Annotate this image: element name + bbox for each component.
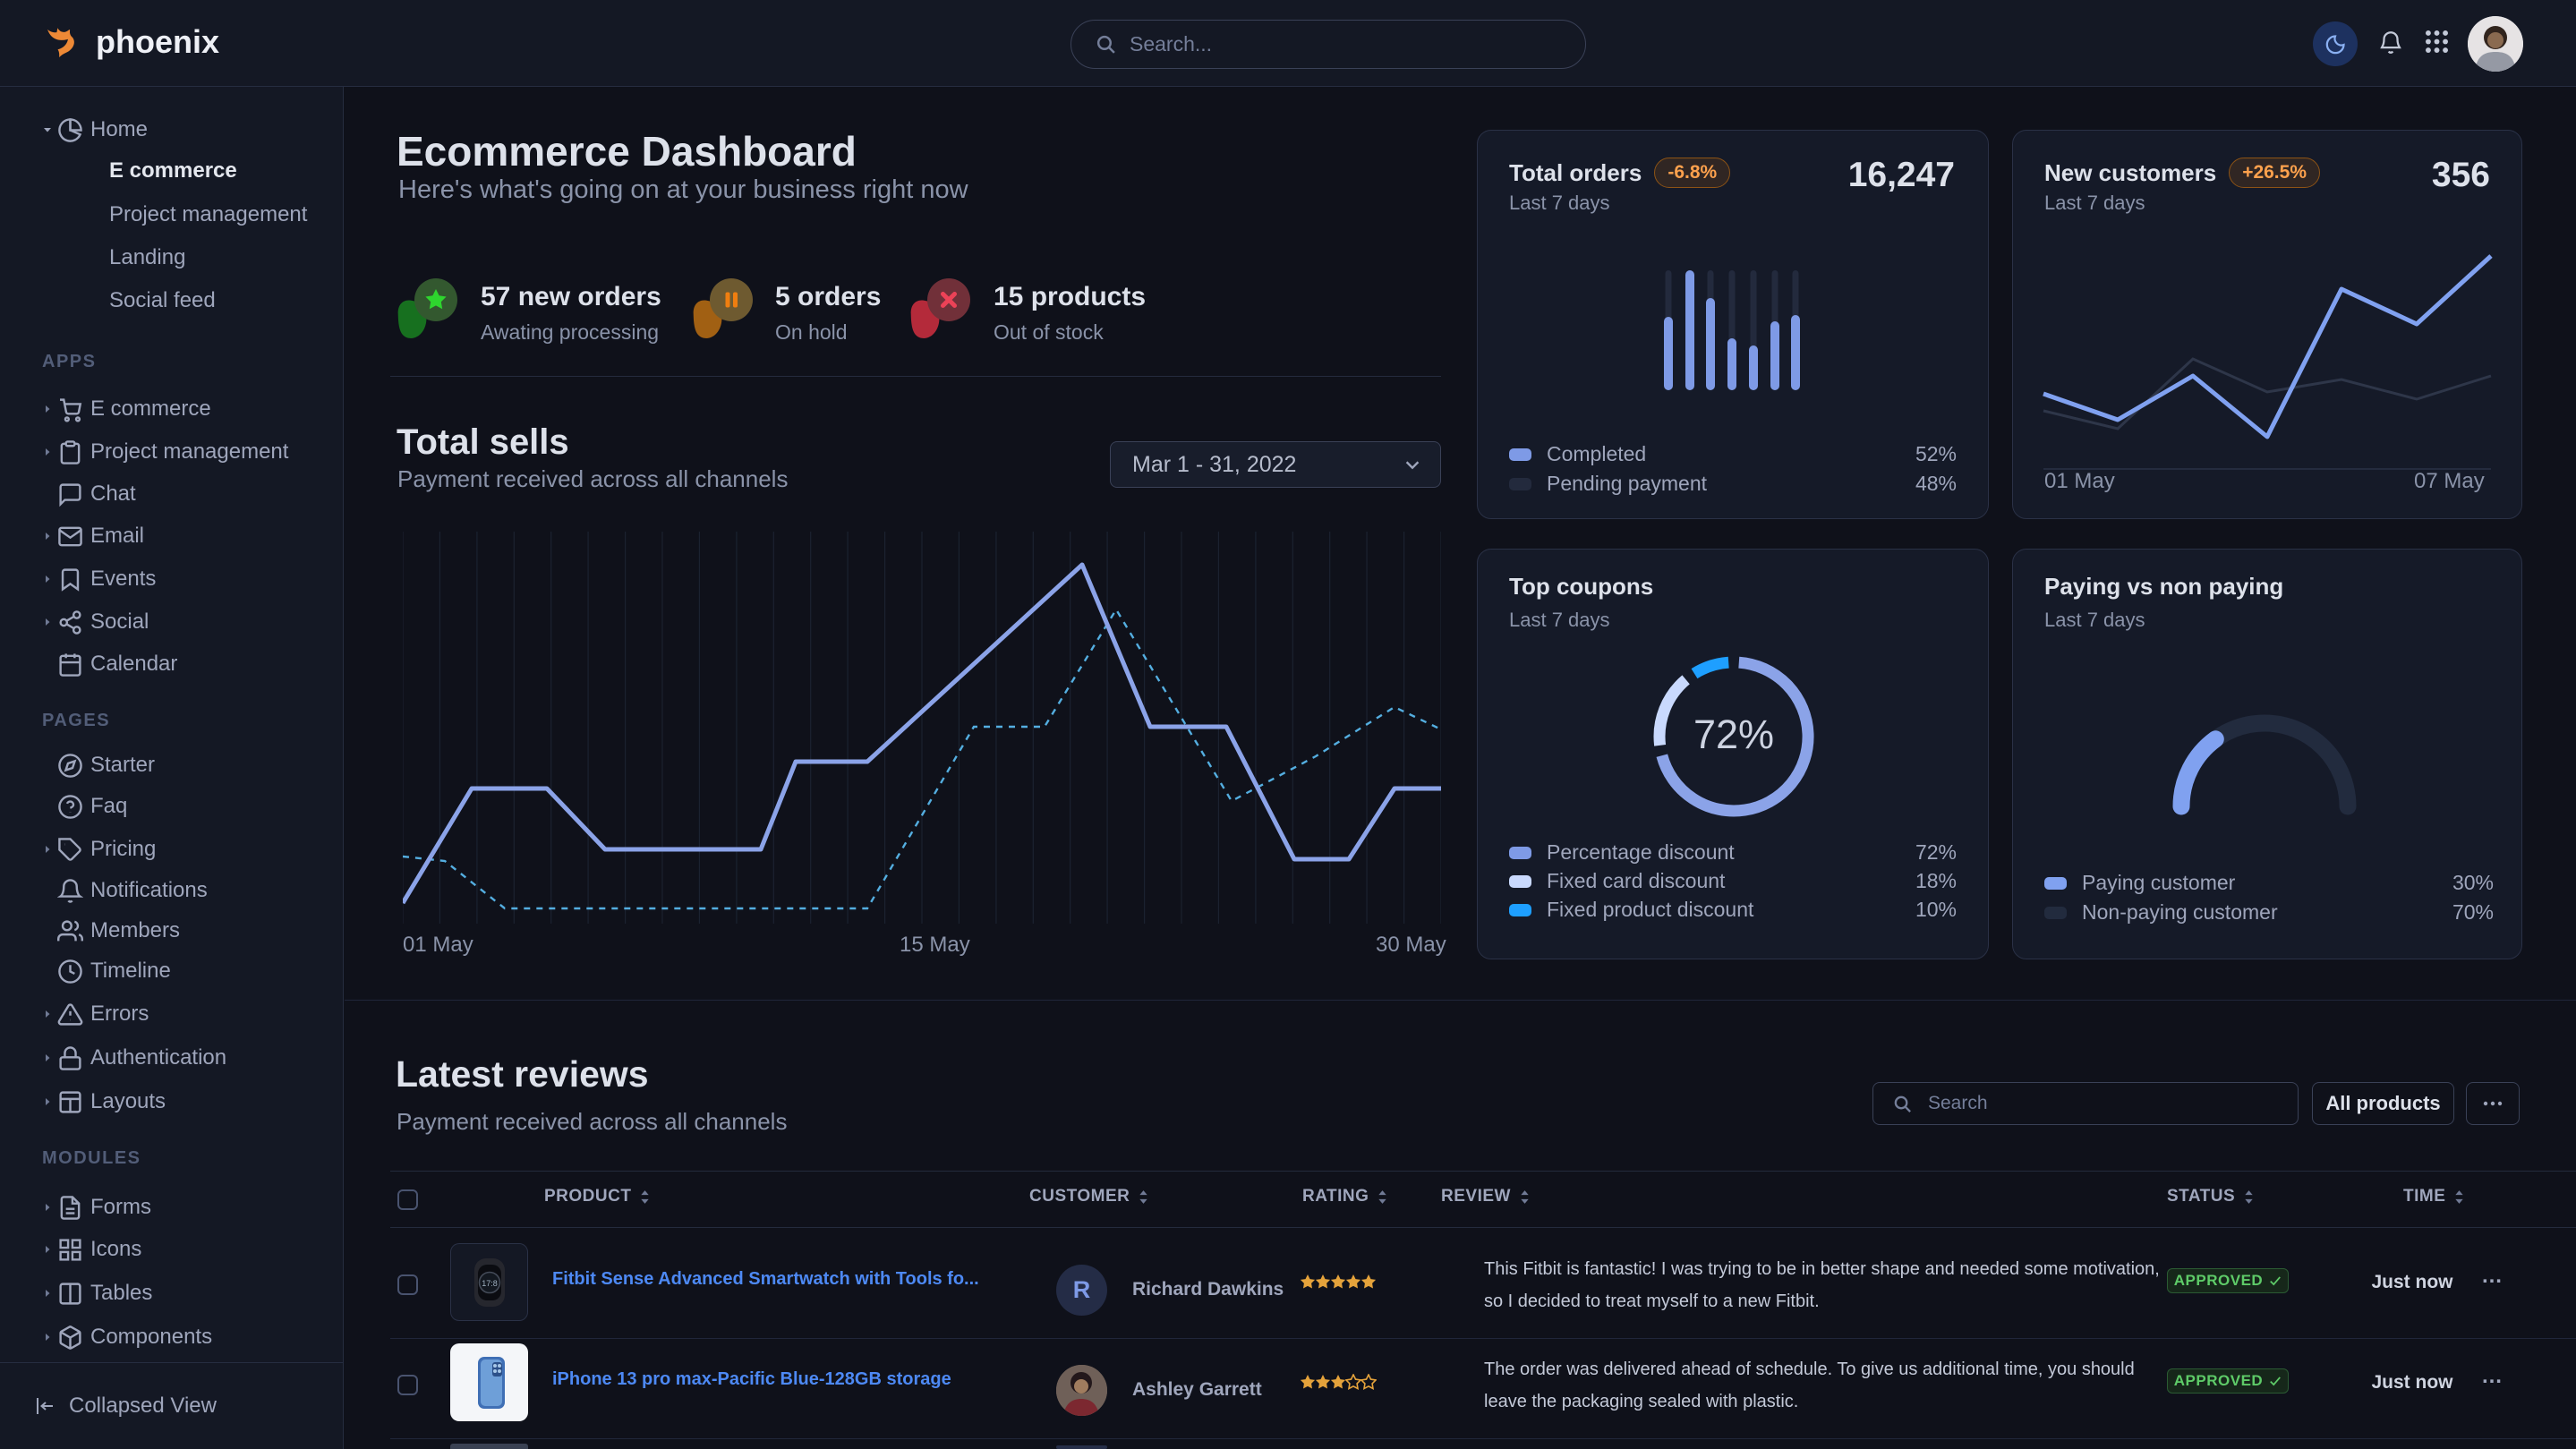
svg-text:17:8: 17:8 xyxy=(482,1279,498,1288)
